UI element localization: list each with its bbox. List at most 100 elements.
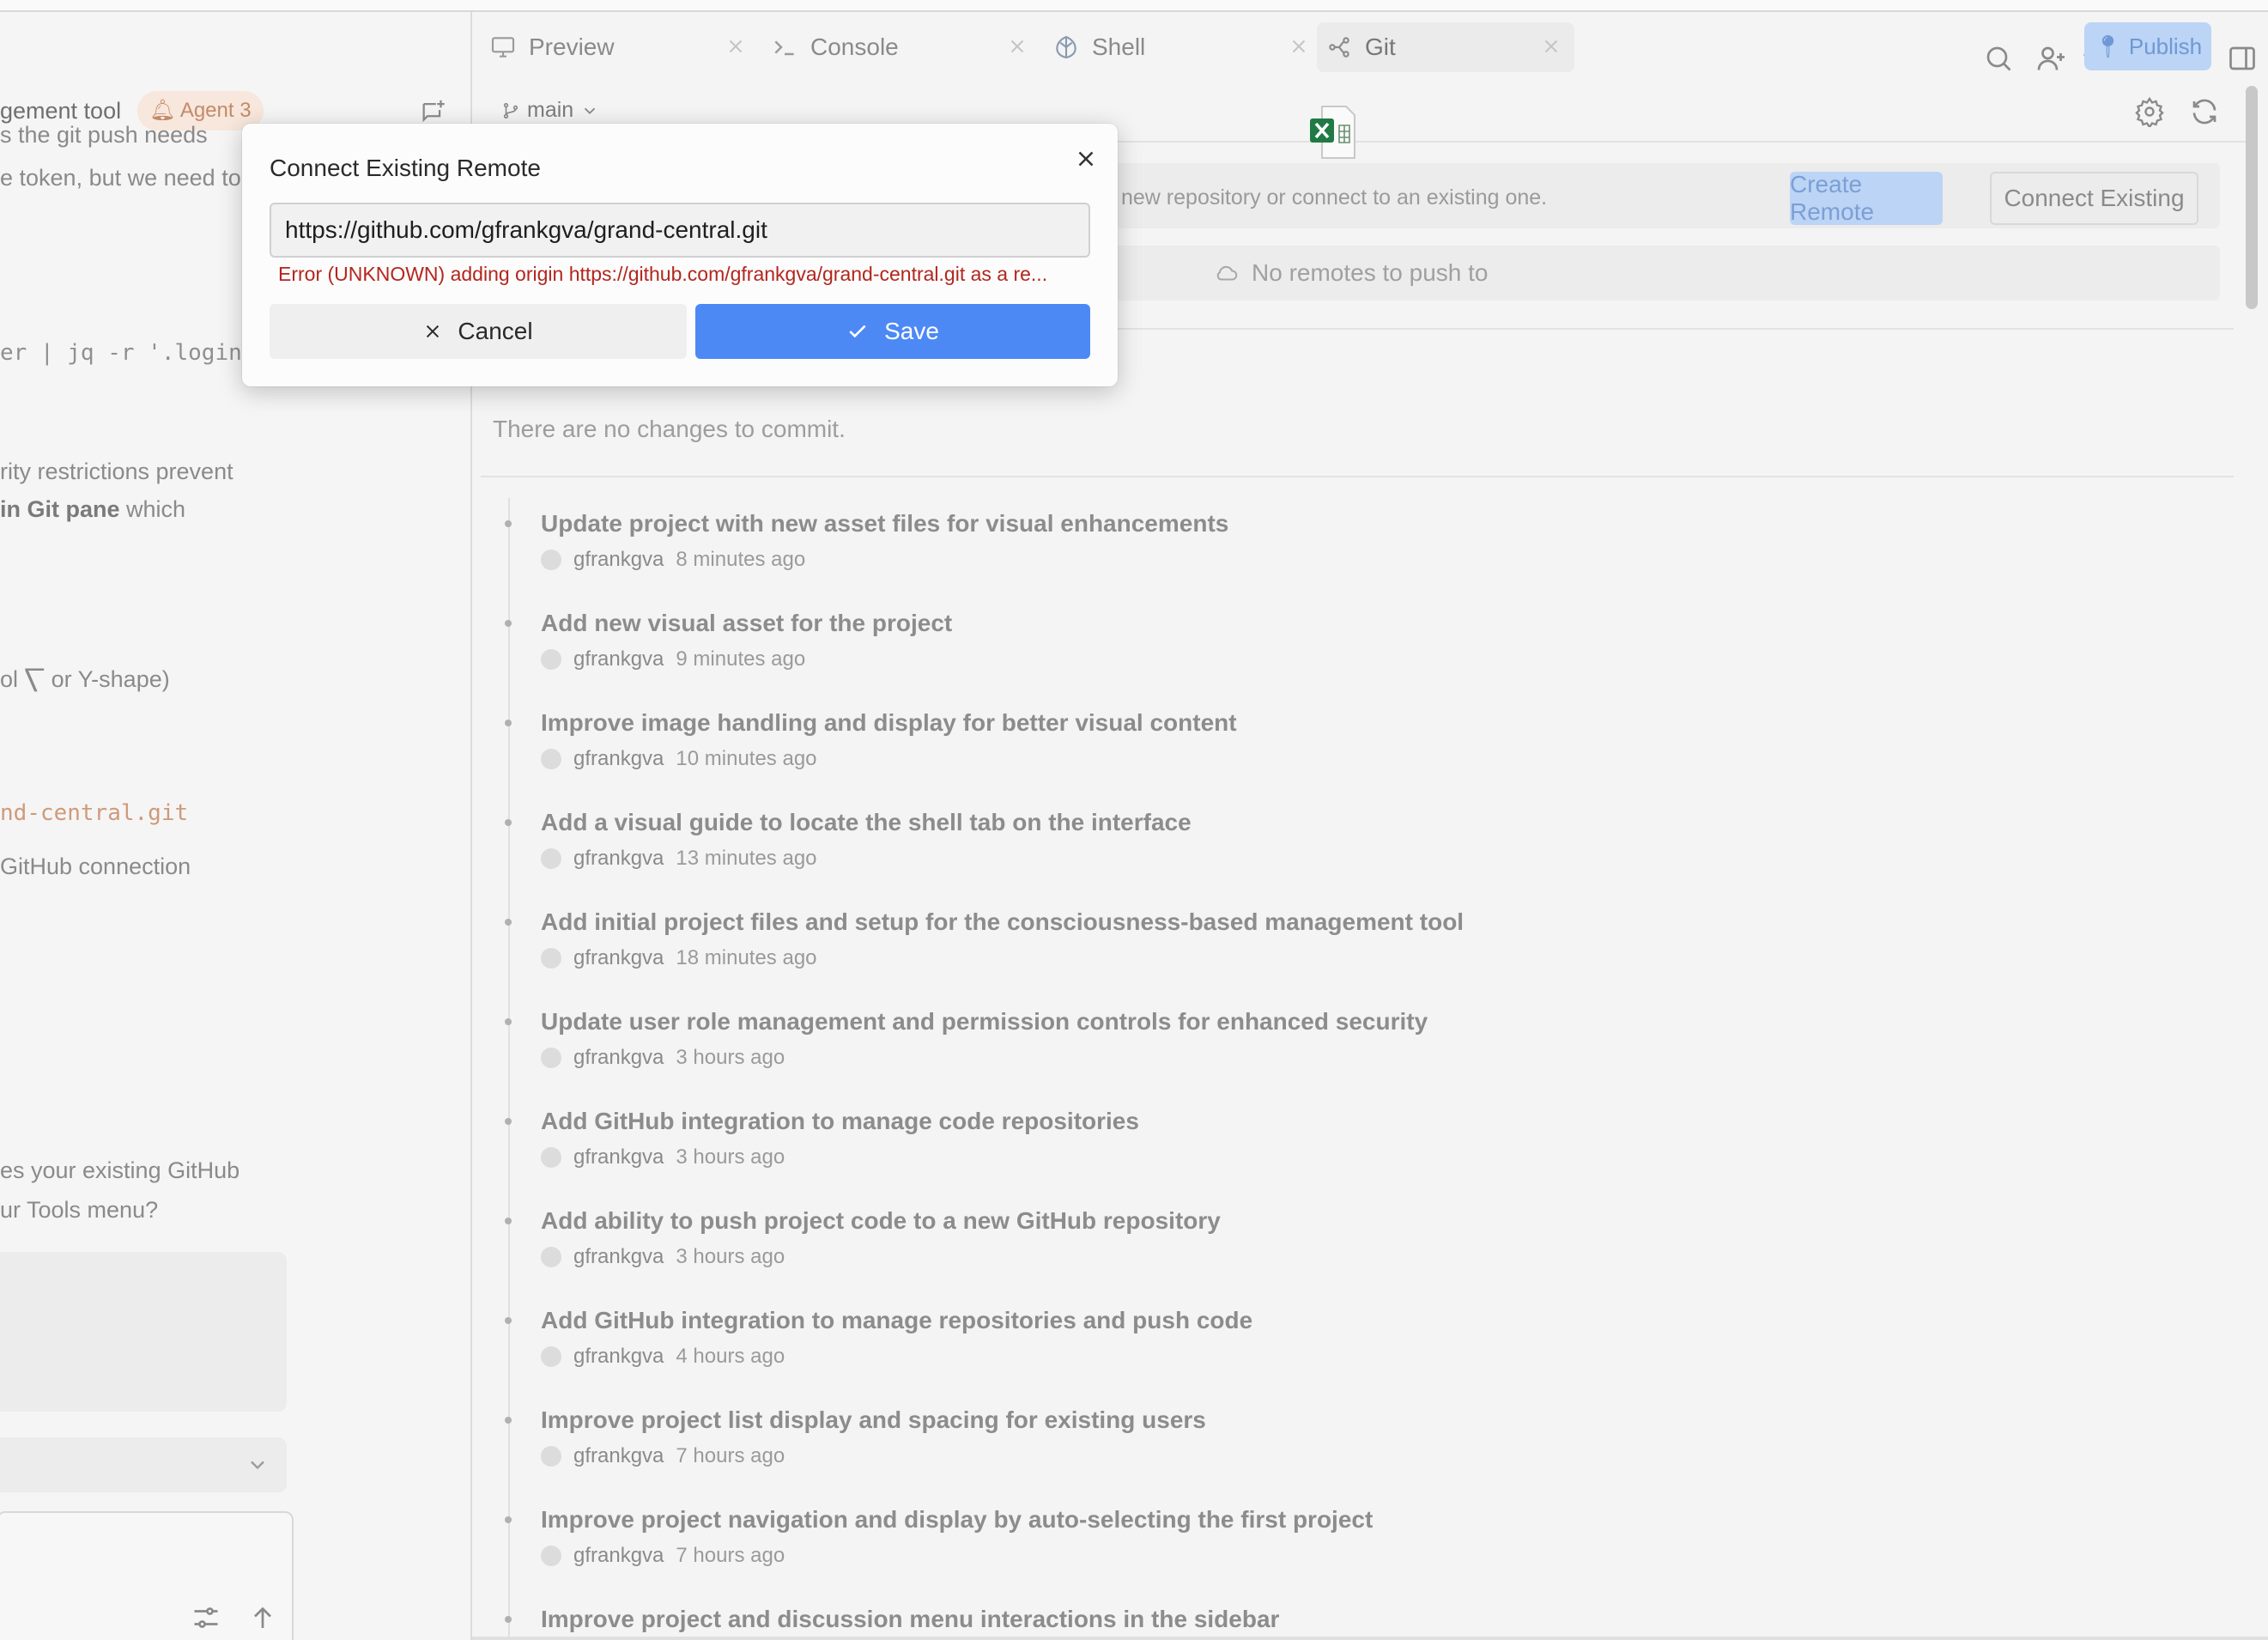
chat-line: s the git push needs [0,122,208,148]
commit-time: 13 minutes ago [676,847,817,870]
chat-card [0,1252,287,1412]
author-avatar [541,550,561,570]
chat-line: rity restrictions prevent [0,459,233,484]
shell-icon [1056,35,1076,59]
close-icon[interactable] [1073,146,1099,172]
tab-shell[interactable]: Shell [1044,22,1322,72]
save-button[interactable]: Save [695,304,1090,359]
tab-label: Console [810,33,899,60]
commit-author: gfrankgva [573,1245,664,1268]
commit-time: 7 hours ago [676,1544,785,1567]
monitor-icon [491,37,515,58]
commit-meta: gfrankgva 3 hours ago [541,1245,785,1269]
close-icon[interactable] [1540,35,1562,58]
commit-title: Improve image handling and display for b… [541,709,1237,736]
publish-button[interactable]: 📍︎ Publish [2084,22,2211,70]
commit-meta: gfrankgva 3 hours ago [541,1046,785,1070]
divider [481,476,2234,477]
sliders-icon[interactable] [191,1602,221,1633]
commit-meta: gfrankgva 10 minutes ago [541,747,817,771]
chat-code-line: er | jq -r '.login [0,340,242,366]
commit-author: gfrankgva [573,1046,664,1069]
commit-title: Add a visual guide to locate the shell t… [541,809,1192,835]
chat-model-select[interactable] [0,1437,287,1492]
window-top-border [0,0,2268,12]
chat-bold-text: in Git pane [0,496,120,522]
chevron-down-icon [585,107,596,114]
commit-author: gfrankgva [573,1345,664,1368]
chat-line: ol ⎲ or Y-shape) [0,666,170,692]
commit-title: Update user role management and permissi… [541,1008,1428,1035]
branch-icon [503,102,518,118]
chat-line: ur Tools menu? [0,1197,159,1223]
commit-meta: gfrankgva 7 hours ago [541,1544,785,1568]
author-avatar [541,1247,561,1267]
workspace-tab-bar: Preview Console Shell Git 📍︎ Publish [474,12,2268,82]
commit-author: gfrankgva [573,1444,664,1467]
remote-url-input[interactable] [270,203,1090,258]
commit-title: Improve project list display and spacing… [541,1406,1206,1433]
commit-title: Add initial project files and setup for … [541,908,1464,935]
search-icon[interactable] [1983,43,2014,74]
commit-author: gfrankgva [573,647,664,671]
new-chat-icon[interactable] [419,98,448,127]
commit-author: gfrankgva [573,1145,664,1169]
refresh-icon[interactable] [2189,96,2220,127]
close-icon[interactable] [1288,35,1310,58]
close-icon[interactable] [1006,35,1028,58]
tab-label: Preview [529,33,615,60]
tab-console[interactable]: Console [762,22,1040,72]
settings-gear-icon[interactable] [2134,96,2165,127]
commit-meta: gfrankgva 13 minutes ago [541,847,817,871]
commit-meta: gfrankgva 18 minutes ago [541,946,817,970]
cancel-label: Cancel [458,318,533,344]
commit-title: Add GitHub integration to manage code re… [541,1108,1139,1134]
commit-time: 18 minutes ago [676,946,817,969]
commit-meta: gfrankgva 7 hours ago [541,1444,785,1468]
close-icon[interactable] [725,35,747,58]
connect-existing-button[interactable]: Connect Existing [1990,172,2198,225]
commit-author: gfrankgva [573,847,664,870]
spreadsheet-file-icon [1310,106,1355,159]
chat-line: in Git pane which [0,496,185,523]
scrollbar[interactable] [2246,86,2258,309]
commit-title: Add ability to push project code to a ne… [541,1207,1221,1234]
bottom-border [472,1637,2268,1640]
branch-name: main [527,98,574,122]
commit-title: Update project with new asset files for … [541,510,1229,537]
commit-title: Add new visual asset for the project [541,610,953,636]
commit-dot [505,1417,512,1424]
tab-preview[interactable]: Preview [481,22,759,72]
chat-line: es your existing GitHub [0,1157,240,1183]
commit-timeline [508,498,510,1640]
tab-git[interactable]: Git [1317,22,1574,72]
save-label: Save [884,318,939,344]
push-status: No remotes to push to [1214,259,1488,287]
git-icon [1329,37,1349,58]
commit-time: 3 hours ago [676,1245,785,1268]
commit-dot [505,819,512,826]
commit-dot [505,620,512,627]
cancel-button[interactable]: Cancel [270,304,687,359]
commit-dot [505,1616,512,1623]
author-avatar [541,649,561,670]
agent-badge-label: Agent 3 [179,99,252,122]
publish-icon: 📍︎ [2093,33,2122,59]
commit-title: Improve project navigation and display b… [541,1506,1374,1533]
tab-label: Git [1365,33,1396,60]
close-icon [427,325,440,338]
chat-text: which [119,496,186,522]
branch-selector[interactable]: main [501,98,599,123]
commit-time: 3 hours ago [676,1046,785,1069]
commit-dot [505,1018,512,1025]
invite-user-icon[interactable] [2036,43,2067,74]
connect-remote-dialog: Connect Existing Remote Error (UNKNOWN) … [242,124,1118,386]
commit-dot [505,1118,512,1125]
create-remote-button[interactable]: Create Remote [1790,171,1943,225]
commit-time: 7 hours ago [676,1444,785,1467]
send-arrow-icon[interactable] [247,1602,278,1633]
author-avatar [541,1048,561,1068]
commit-time: 3 hours ago [676,1145,785,1169]
panel-toggle-icon[interactable] [2227,43,2258,74]
commit-title: Improve project and discussion menu inte… [541,1606,1280,1632]
